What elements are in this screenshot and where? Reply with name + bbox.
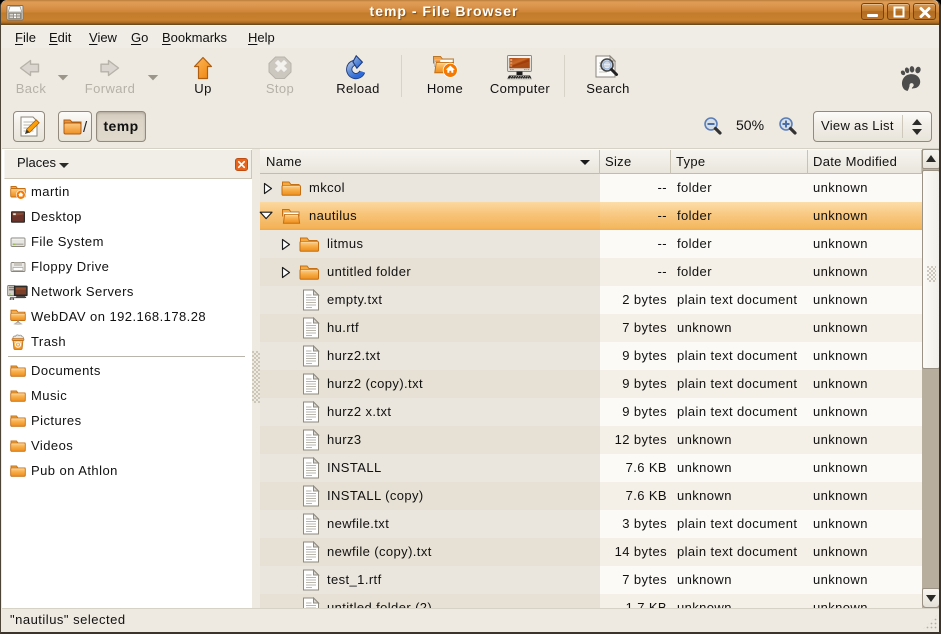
svg-text:/: / xyxy=(83,119,88,136)
